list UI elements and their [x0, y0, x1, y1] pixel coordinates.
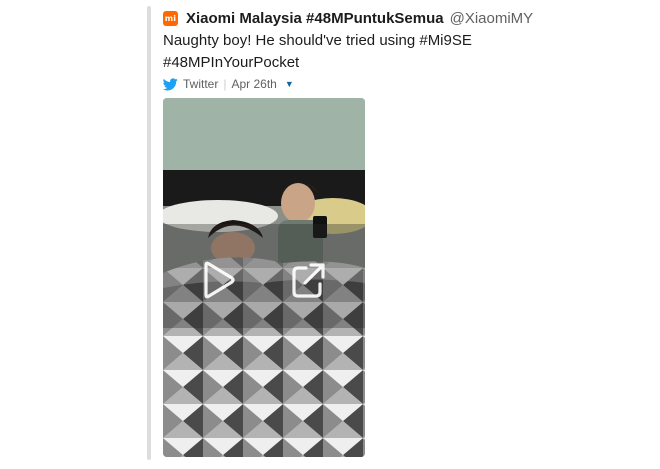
xiaomi-logo-icon: mi [163, 10, 178, 26]
author-handle[interactable]: @XiaomiMY [450, 10, 534, 27]
tweet-meta: Twitter | Apr 26th ▼ [163, 76, 294, 92]
play-icon[interactable] [198, 260, 238, 300]
twitter-bird-icon [163, 77, 178, 90]
tweet-text: Naughty boy! He should've tried using #M… [163, 30, 523, 74]
tweet-source[interactable]: Twitter [183, 77, 218, 91]
video-overlay [163, 224, 365, 328]
tweet-text-line: #48MPInYourPocket [163, 54, 300, 71]
chevron-down-icon[interactable]: ▼ [285, 79, 294, 89]
author-name[interactable]: Xiaomi Malaysia #48MPuntukSemua [186, 10, 444, 27]
tweet-header: mi Xiaomi Malaysia #48MPuntukSemua @Xiao… [163, 8, 533, 28]
tweet-date[interactable]: Apr 26th [231, 77, 276, 91]
meta-divider: | [223, 77, 227, 91]
open-external-icon[interactable] [288, 260, 328, 300]
attachment-quote-bar [147, 6, 151, 460]
tweet-text-line: Naughty boy! He should've tried using #M… [163, 32, 472, 49]
tweet-video-preview[interactable] [163, 98, 365, 457]
xiaomi-logo-text: mi [164, 13, 177, 23]
